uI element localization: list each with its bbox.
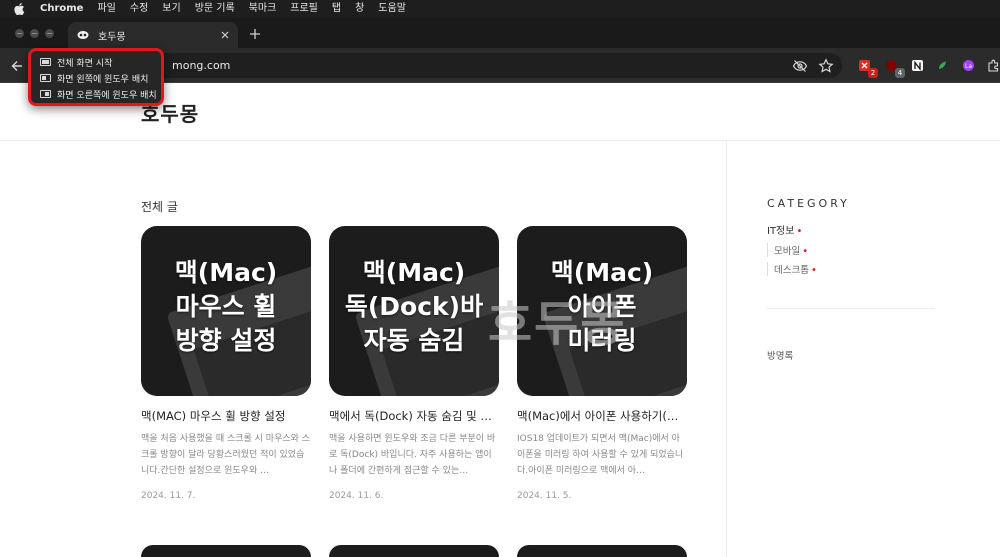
category-link-desktop[interactable]: 데스크톱 • [767, 262, 817, 276]
category-link-it[interactable]: IT정보 • [767, 222, 802, 237]
post-thumbnail[interactable]: 맥(Mac) 독(Dock)바 자동 숨김 [329, 226, 499, 396]
post-excerpt: IOS18 업데이트가 되면서 맥(Mac)에서 아이폰을 미러링 하여 사용할… [517, 434, 684, 476]
menu-item-label: 전체 화면 시작 [57, 58, 113, 69]
extension-red-badge: 2 [868, 68, 878, 78]
extension-purple-icon[interactable]: La [960, 57, 976, 73]
extension-red-icon[interactable]: 2 [856, 57, 878, 78]
menu-bookmarks[interactable]: 북마크 [249, 0, 277, 18]
macos-menu-bar: Chrome 파일 수정 보기 방문 기록 북마크 프로필 탭 창 도움말 [0, 0, 1000, 18]
thumbnail-text: 자동 숨김 [363, 326, 465, 355]
post-date: 2024. 11. 6. [329, 491, 384, 501]
post-title[interactable]: 맥(Mac)에서 아이폰 사용하기(… [517, 408, 687, 424]
eye-off-icon[interactable] [792, 58, 808, 74]
section-title: 전체 글 [141, 200, 178, 214]
extension-ublock-badge: 4 [895, 68, 905, 78]
menu-edit[interactable]: 수정 [130, 0, 148, 18]
category-heading: CATEGORY [767, 197, 850, 210]
thumbnail-text: 맥(Mac) [174, 258, 278, 287]
category-label: IT정보 [767, 226, 795, 237]
post-card[interactable]: 맥(Mac) 독(Dock)바 자동 숨김 맥에서 독(Dock) 자동 숨김 … [329, 226, 499, 501]
thumbnail-text: 맥(Mac) [362, 258, 466, 287]
menu-item-label: 화면 왼쪽에 윈도우 배치 [57, 74, 149, 85]
bookmark-star-icon[interactable] [818, 58, 834, 74]
site-favicon-icon [76, 28, 90, 42]
tile-left-icon [40, 74, 51, 82]
post-title[interactable]: 맥에서 독(Dock) 자동 숨김 및 … [329, 408, 499, 424]
sidebar-separator [767, 308, 935, 309]
post-thumbnail-partial[interactable] [517, 545, 687, 557]
post-date: 2024. 11. 5. [517, 491, 572, 501]
close-icon[interactable] [218, 28, 232, 42]
guestbook-link[interactable]: 방명록 [767, 348, 793, 362]
category-link-mobile[interactable]: 모바일 • [767, 243, 808, 257]
post-thumbnail-partial[interactable] [141, 545, 311, 557]
extension-green-icon[interactable] [934, 57, 950, 73]
minimize-window-button[interactable] [30, 29, 39, 38]
fullscreen-window-button[interactable] [45, 29, 54, 38]
tab-title: 호두몽 [98, 31, 126, 43]
back-arrow-icon[interactable] [8, 57, 26, 75]
post-card[interactable]: 맥(Mac) 마우스 휠 방향 설정 맥(MAC) 마우스 휠 방향 설정 맥을… [141, 226, 311, 501]
tile-right-icon [40, 90, 51, 98]
new-dot-icon: • [810, 265, 817, 276]
menu-chrome[interactable]: Chrome [40, 0, 83, 18]
window-tiling-menu: 전체 화면 시작 화면 왼쪽에 윈도우 배치 화면 오른쪽에 윈도우 배치 [28, 48, 164, 106]
tab-strip: 호두몽 [0, 18, 1000, 48]
thumbnail-text: 마우스 휠 [175, 292, 277, 321]
notion-icon[interactable] [909, 57, 925, 73]
new-dot-icon: • [802, 246, 809, 257]
post-date: 2024. 11. 7. [141, 491, 196, 501]
post-card[interactable]: 맥(Mac) 아이폰 미러링 맥(Mac)에서 아이폰 사용하기(… IOS18… [517, 226, 687, 501]
screen: Chrome 파일 수정 보기 방문 기록 북마크 프로필 탭 창 도움말 호두… [0, 0, 1000, 557]
new-dot-icon: • [796, 226, 803, 237]
post-excerpt: 맥을 사용하면 윈도우와 조금 다른 부분이 바로 독(Dock) 바입니다. … [329, 434, 496, 476]
post-excerpt: 맥을 처음 사용했을 때 스크롤 시 마우스와 스크롤 방향이 달라 당황스러웠… [141, 434, 311, 476]
post-title[interactable]: 맥(MAC) 마우스 휠 방향 설정 [141, 408, 311, 424]
menu-file[interactable]: 파일 [97, 0, 115, 18]
menu-tab[interactable]: 탭 [332, 0, 341, 18]
post-thumbnail[interactable]: 맥(Mac) 마우스 휠 방향 설정 [141, 226, 311, 396]
extension-ublock-icon[interactable]: 4 [883, 57, 905, 78]
watermark-logo: 호두몽 [488, 296, 627, 352]
svg-text:La: La [964, 63, 971, 70]
url-text: mong.com [172, 59, 231, 72]
menu-item-enter-fullscreen[interactable]: 전체 화면 시작 [31, 54, 161, 70]
menu-help[interactable]: 도움말 [378, 0, 406, 18]
post-thumbnail-partial[interactable] [329, 545, 499, 557]
category-label: 모바일 [774, 246, 801, 257]
header-divider [0, 140, 1000, 141]
menu-item-tile-left[interactable]: 화면 왼쪽에 윈도우 배치 [31, 70, 161, 86]
menu-history[interactable]: 방문 기록 [195, 0, 235, 18]
extensions-puzzle-icon[interactable] [985, 57, 1000, 73]
menu-item-tile-right[interactable]: 화면 오른쪽에 윈도우 배치 [31, 86, 161, 102]
category-label: 데스크톱 [774, 265, 809, 276]
fullscreen-icon [40, 58, 51, 66]
thumbnail-text: 방향 설정 [175, 326, 277, 355]
menu-profiles[interactable]: 프로필 [290, 0, 318, 18]
web-page: 호두몽 전체 글 맥(Mac) 마우스 휠 방향 설정 맥(MAC) 마우스 휠… [0, 84, 1000, 557]
new-tab-button[interactable] [246, 25, 264, 43]
menu-item-label: 화면 오른쪽에 윈도우 배치 [57, 90, 157, 101]
tab-active[interactable]: 호두몽 [68, 22, 238, 48]
sidebar-divider [726, 141, 727, 557]
apple-icon[interactable] [14, 3, 26, 15]
menu-view[interactable]: 보기 [162, 0, 180, 18]
thumbnail-text: 독(Dock)바 [344, 292, 484, 321]
menu-window[interactable]: 창 [355, 0, 364, 18]
close-window-button[interactable] [15, 29, 24, 38]
